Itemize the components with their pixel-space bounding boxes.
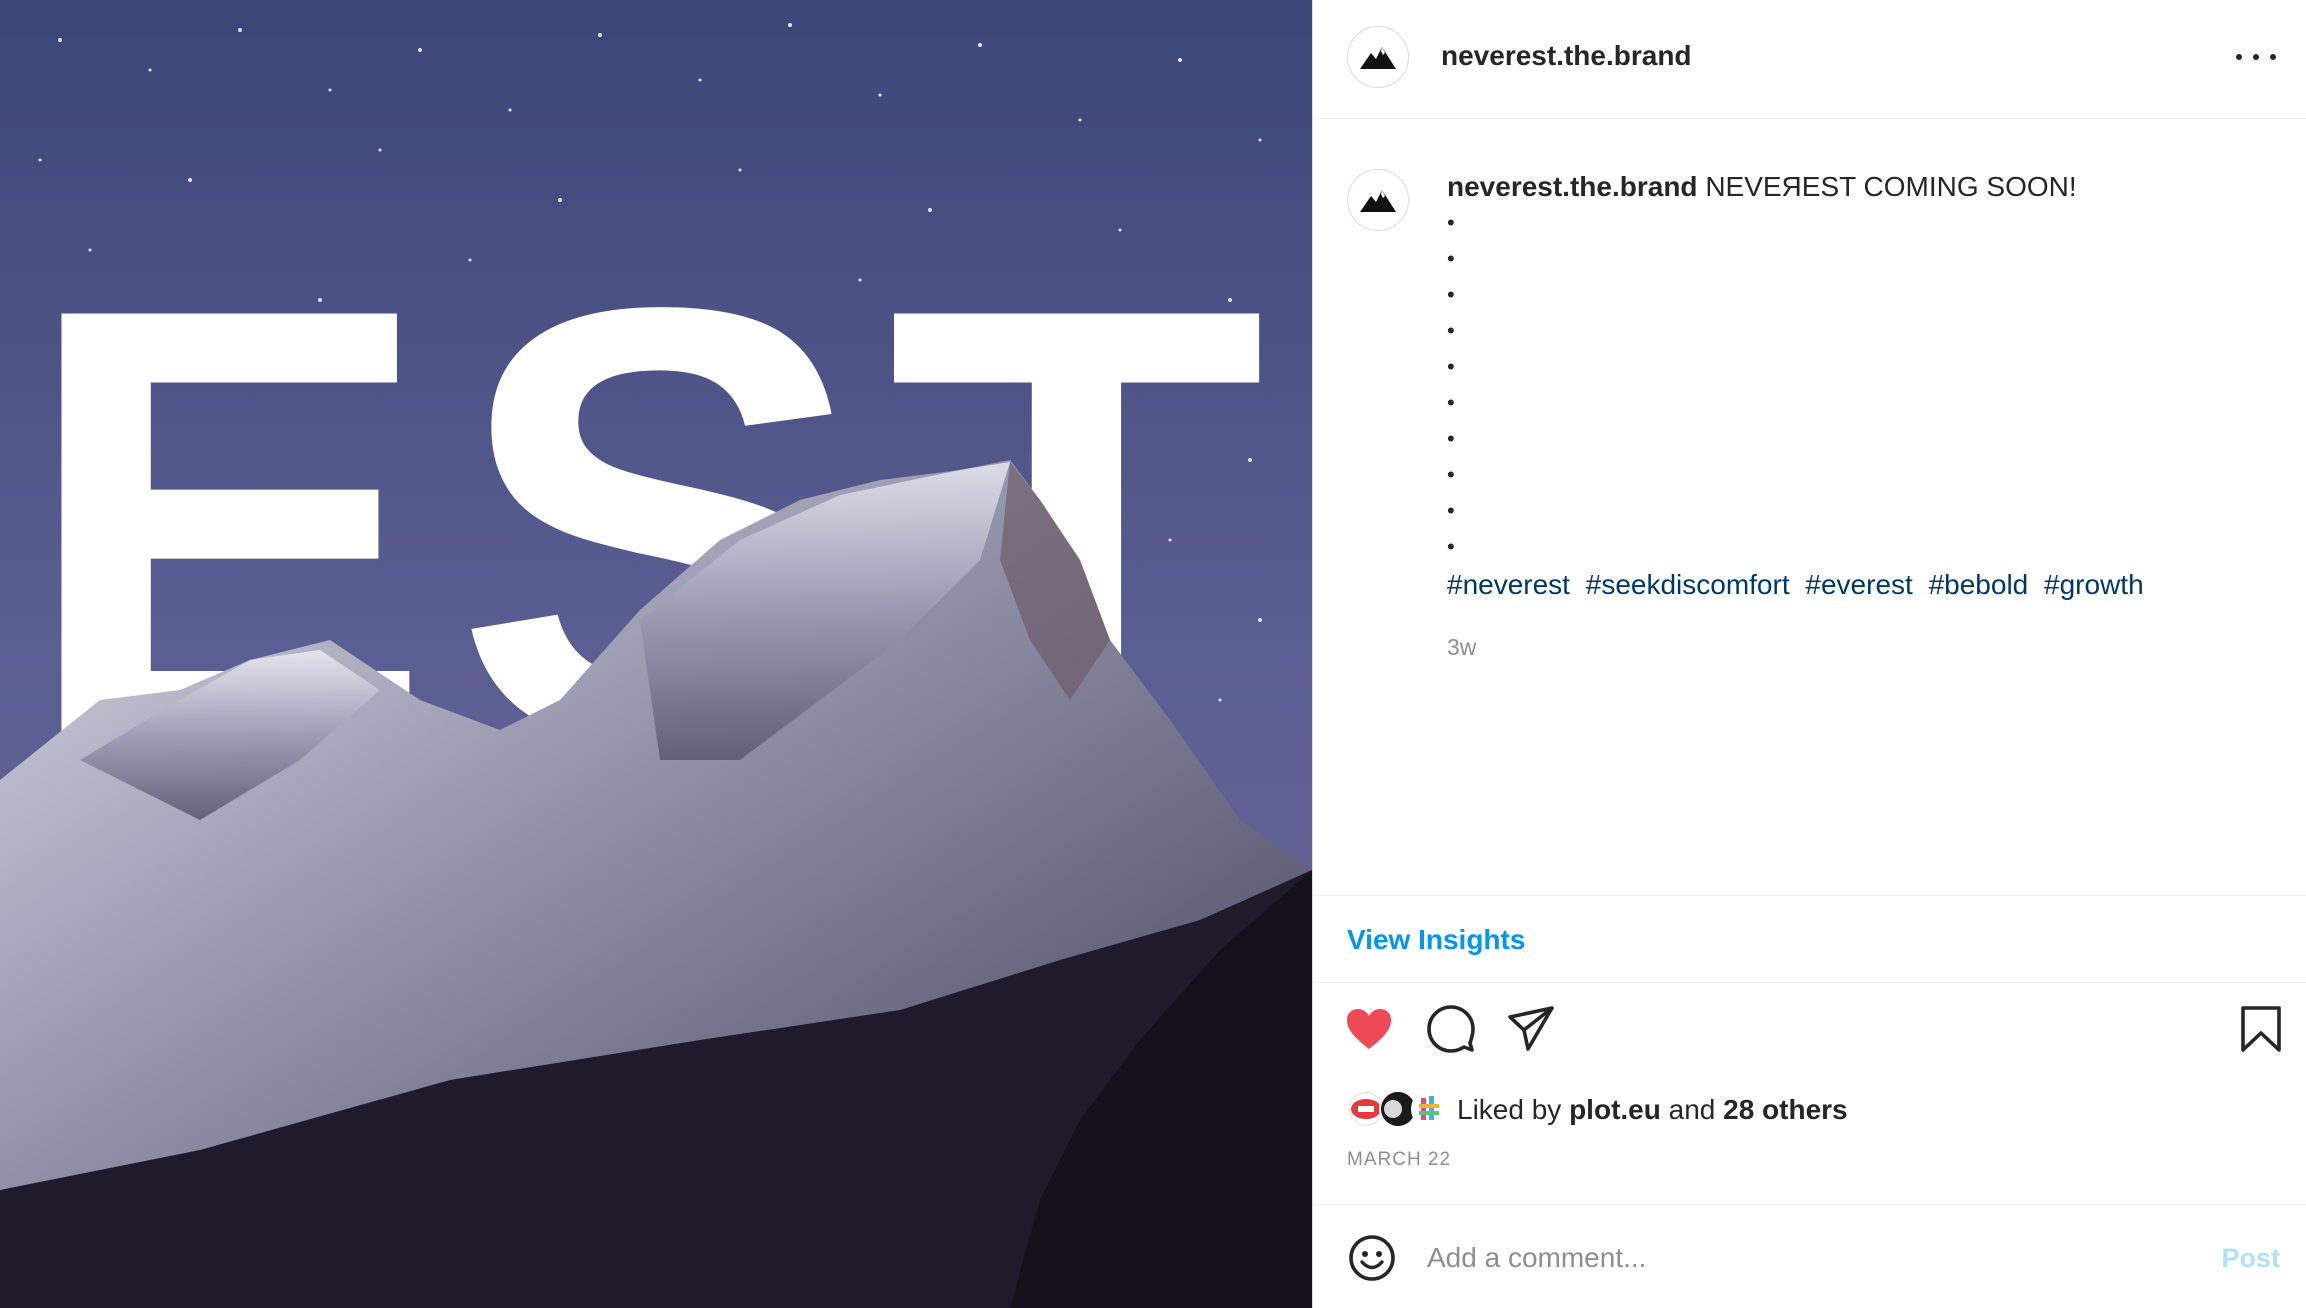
more-horizontal-icon[interactable] [2236, 42, 2276, 72]
comment-bar: Post [1313, 1204, 2306, 1308]
share-shape [1508, 1006, 1554, 1051]
emoji-icon[interactable] [1347, 1233, 1397, 1283]
header-username[interactable]: neverest.the.brand [1441, 40, 1692, 72]
liker-avatar [1411, 1090, 1449, 1128]
dot-line: • [1447, 498, 1455, 523]
mountain-photo: EST [0, 0, 1312, 1308]
comment-shape [1427, 1005, 1475, 1053]
heart-shape [1347, 1009, 1391, 1049]
liker-avatars[interactable] [1347, 1090, 1453, 1130]
colorful-logo-icon [1419, 1096, 1439, 1120]
mountain-logo-icon [1360, 190, 1396, 212]
hashtag-link[interactable]: #everest [1805, 569, 1912, 600]
bookmark-icon[interactable] [2235, 1003, 2287, 1055]
liked-by-text: Liked by plot.eu and 28 others [1457, 1094, 1848, 1126]
dot-line: • [1447, 210, 1455, 235]
bookmark-shape [2241, 1006, 2281, 1052]
liker-username[interactable]: plot.eu [1569, 1094, 1661, 1125]
mountain-logo-icon [1360, 47, 1396, 69]
hashtag-link[interactable]: #bebold [1929, 569, 2029, 600]
caption-time[interactable]: 3w [1447, 629, 2267, 665]
action-bar [1313, 983, 2306, 1073]
dot-line: • [1447, 462, 1455, 487]
caption-section: neverest.the.brand NEVEЯEST COMING SOON!… [1313, 119, 2306, 895]
liked-by-prefix: Liked by [1457, 1094, 1570, 1125]
view-insights-link[interactable]: View Insights [1347, 924, 1525, 956]
heart-filled-icon[interactable] [1343, 1003, 1395, 1055]
dot-line: • [1447, 354, 1455, 379]
dot-line: • [1447, 390, 1455, 415]
liked-by-and: and [1660, 1094, 1724, 1125]
caption-dots: • • • • • • • • • • [1447, 205, 2267, 565]
dot-line: • [1447, 318, 1455, 343]
others-likes-link[interactable]: 28 others [1723, 1094, 1848, 1125]
dot-line: • [1447, 246, 1455, 271]
hashtag-link[interactable]: #growth [2044, 569, 2144, 600]
dot-line: • [1447, 534, 1455, 559]
likes-row: Liked by plot.eu and 28 others [1347, 1090, 1848, 1130]
post-header: neverest.the.brand [1313, 0, 2306, 119]
hashtag-link[interactable]: #seekdiscomfort [1586, 569, 1790, 600]
insights-bar: View Insights [1313, 895, 2306, 983]
smiley-shape [1349, 1235, 1395, 1281]
post-side-panel: neverest.the.brand neverest.the.brand NE… [1312, 0, 2306, 1308]
comment-icon[interactable] [1425, 1003, 1477, 1055]
instagram-post-view: EST neverest.the.brand neverest.the.bran… [0, 0, 2306, 1308]
post-comment-button[interactable]: Post [2221, 1243, 2280, 1274]
post-date[interactable]: MARCH 22 [1347, 1149, 1451, 1171]
caption-text-block: neverest.the.brand NEVEЯEST COMING SOON!… [1447, 169, 2267, 665]
caption-text: NEVEЯEST COMING SOON! [1705, 171, 2077, 202]
dot-line: • [1447, 282, 1455, 307]
caption-username[interactable]: neverest.the.brand [1447, 171, 1698, 202]
author-avatar[interactable] [1347, 26, 1409, 88]
person-avatar-icon [1381, 1092, 1415, 1126]
hashtag-link[interactable]: #neverest [1447, 569, 1570, 600]
paper-plane-icon[interactable] [1505, 1003, 1557, 1055]
plot-logo-icon [1351, 1099, 1381, 1119]
post-image[interactable]: EST [0, 0, 1312, 1308]
comment-input[interactable] [1425, 1233, 2129, 1283]
dot-line: • [1447, 426, 1455, 451]
hashtags: #neverest #seekdiscomfort #everest #bebo… [1447, 567, 2267, 603]
caption-avatar[interactable] [1347, 169, 1409, 231]
